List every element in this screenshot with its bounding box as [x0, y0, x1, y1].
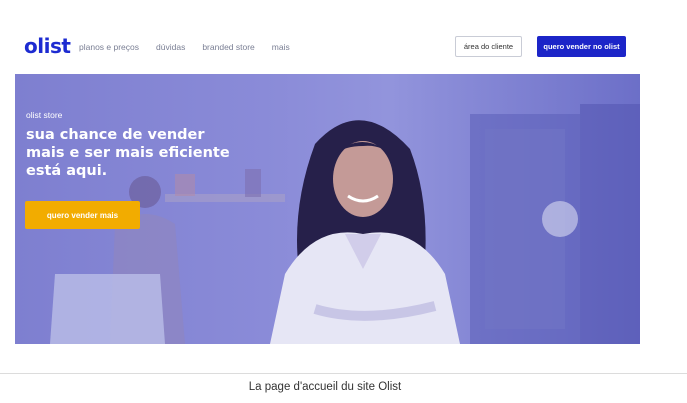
sell-on-olist-button[interactable]: quero vender no olist [537, 36, 626, 57]
main-nav: planos e preços dúvidas branded store ma… [79, 42, 290, 52]
nav-item-plans[interactable]: planos e preços [79, 42, 139, 52]
nav-item-more[interactable]: mais [272, 42, 290, 52]
caption-divider [0, 373, 687, 374]
hero-label: olist store [26, 110, 63, 120]
olist-logo[interactable]: olist [24, 34, 71, 58]
nav-item-branded-store[interactable]: branded store [202, 42, 254, 52]
hero-banner: olist store sua chance de vender mais e … [15, 74, 640, 344]
hero-title: sua chance de vender mais e ser mais efi… [26, 127, 230, 179]
sell-more-button[interactable]: quero vender mais [25, 201, 140, 229]
client-area-button[interactable]: área do cliente [455, 36, 522, 57]
nav-item-faq[interactable]: dúvidas [156, 42, 185, 52]
image-caption: La page d'accueil du site Olist [248, 381, 402, 393]
